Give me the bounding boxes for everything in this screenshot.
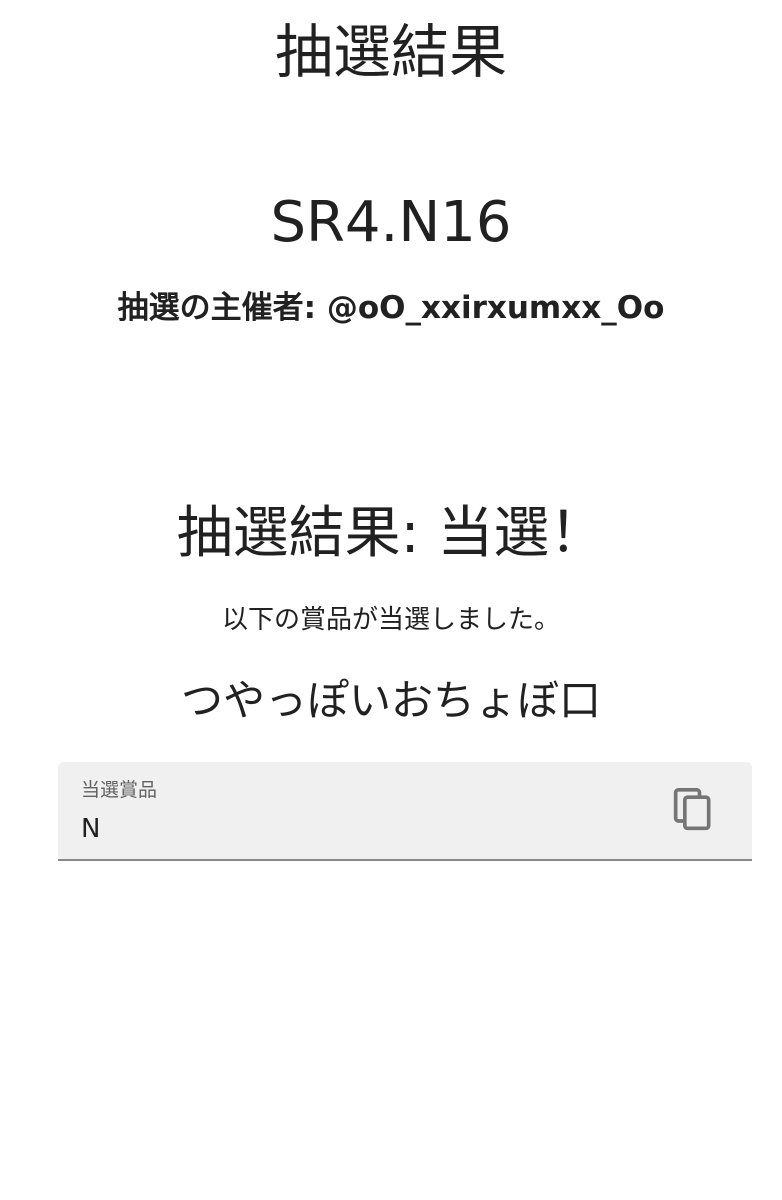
- lottery-result-page: 抽選結果 SR4.N16 抽選の主催者: @oO_xxirxumxx_Oo 抽選…: [0, 0, 782, 1200]
- prize-field-label: 当選賞品: [81, 779, 158, 801]
- organizer-label: 抽選の主催者:: [117, 290, 317, 326]
- page-title: 抽選結果: [274, 18, 507, 86]
- organizer-line: 抽選の主催者: @oO_xxirxumxx_Oo: [0, 286, 782, 330]
- copy-icon[interactable]: [672, 786, 716, 834]
- organizer-handle: @oO_xxirxumxx_Oo: [326, 290, 665, 326]
- result-message: 以下の賞品が当選しました。: [221, 605, 560, 635]
- result-heading: 抽選結果: 当選！: [176, 501, 606, 566]
- prize-field-value[interactable]: N: [81, 812, 100, 846]
- lottery-code: SR4.N16: [270, 190, 512, 255]
- copy-button[interactable]: [664, 780, 724, 840]
- prize-text-field[interactable]: 当選賞品 N: [58, 762, 752, 861]
- prize-name: つやっぽいおちょぼ口: [180, 676, 601, 725]
